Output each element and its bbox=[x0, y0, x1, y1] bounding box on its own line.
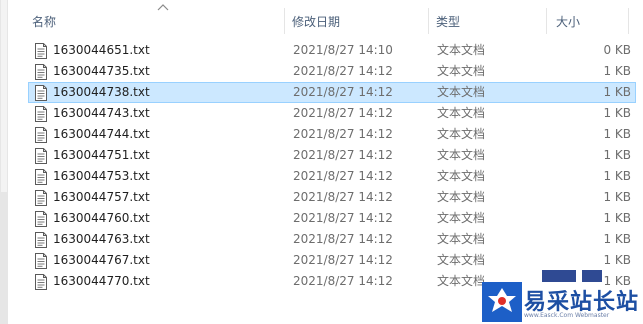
file-type: 文本文档 bbox=[437, 169, 486, 183]
column-header-type[interactable]: 类型 bbox=[436, 0, 460, 40]
text-file-icon bbox=[35, 106, 47, 122]
file-name: 1630044763.txt bbox=[53, 232, 150, 246]
file-name: 1630044760.txt bbox=[53, 211, 150, 225]
file-date: 2021/8/27 14:12 bbox=[293, 64, 393, 78]
column-divider[interactable] bbox=[546, 8, 547, 34]
file-type: 文本文档 bbox=[437, 211, 486, 225]
file-name: 1630044770.txt bbox=[53, 274, 150, 288]
text-file-icon bbox=[35, 274, 47, 290]
file-date: 2021/8/27 14:12 bbox=[293, 169, 393, 183]
file-type: 文本文档 bbox=[437, 127, 486, 141]
watermark-logo-icon bbox=[482, 282, 522, 322]
file-date: 2021/8/27 14:12 bbox=[293, 253, 393, 267]
file-size: 1 KB bbox=[603, 190, 631, 204]
file-date: 2021/8/27 14:12 bbox=[293, 232, 393, 246]
column-header-size[interactable]: 大小 bbox=[556, 0, 580, 40]
text-file-icon bbox=[35, 190, 47, 206]
file-row[interactable]: 1630044651.txt 2021/8/27 14:10 文本文档 0 KB bbox=[28, 40, 636, 61]
text-file-icon bbox=[35, 64, 47, 80]
file-type: 文本文档 bbox=[437, 43, 486, 57]
file-size: 1 KB bbox=[603, 169, 631, 183]
file-name: 1630044753.txt bbox=[53, 169, 150, 183]
text-file-icon bbox=[35, 253, 47, 269]
column-divider[interactable] bbox=[628, 8, 629, 34]
file-type: 文本文档 bbox=[437, 85, 486, 99]
column-header: 名称 修改日期 类型 大小 bbox=[8, 0, 643, 40]
file-row[interactable]: 1630044751.txt 2021/8/27 14:12 文本文档 1 KB bbox=[28, 145, 636, 166]
file-name: 1630044651.txt bbox=[53, 43, 150, 57]
file-type: 文本文档 bbox=[437, 148, 486, 162]
column-header-name[interactable]: 名称 bbox=[32, 0, 56, 40]
column-divider[interactable] bbox=[284, 8, 285, 34]
file-row[interactable]: 1630044767.txt 2021/8/27 14:12 文本文档 1 KB bbox=[28, 250, 636, 271]
file-size: 1 KB bbox=[603, 106, 631, 120]
file-name: 1630044751.txt bbox=[53, 148, 150, 162]
file-row[interactable]: 1630044757.txt 2021/8/27 14:12 文本文档 1 KB bbox=[28, 187, 636, 208]
file-row[interactable]: 1630044760.txt 2021/8/27 14:12 文本文档 1 KB bbox=[28, 208, 636, 229]
file-row[interactable]: 1630044753.txt 2021/8/27 14:12 文本文档 1 KB bbox=[28, 166, 636, 187]
file-date: 2021/8/27 14:12 bbox=[293, 190, 393, 204]
file-size: 0 KB bbox=[603, 43, 631, 57]
watermark: 易采站长站 www.Easck.Com Webmaster bbox=[478, 270, 643, 324]
file-row[interactable]: 1630044735.txt 2021/8/27 14:12 文本文档 1 KB bbox=[28, 61, 636, 82]
file-size: 1 KB bbox=[603, 232, 631, 246]
watermark-bar bbox=[582, 270, 602, 282]
file-type: 文本文档 bbox=[437, 106, 486, 120]
file-name: 1630044744.txt bbox=[53, 127, 150, 141]
file-size: 1 KB bbox=[603, 127, 631, 141]
text-file-icon bbox=[35, 232, 47, 248]
text-file-icon bbox=[35, 43, 47, 59]
file-name: 1630044743.txt bbox=[53, 106, 150, 120]
file-size: 1 KB bbox=[603, 85, 631, 99]
sort-ascending-icon bbox=[157, 4, 169, 11]
file-date: 2021/8/27 14:12 bbox=[293, 274, 393, 288]
file-name: 1630044735.txt bbox=[53, 64, 150, 78]
file-name: 1630044738.txt bbox=[53, 85, 150, 99]
file-size: 1 KB bbox=[603, 148, 631, 162]
file-type: 文本文档 bbox=[437, 253, 486, 267]
left-pane-scrollbar[interactable] bbox=[0, 0, 8, 324]
text-file-icon bbox=[35, 169, 47, 185]
scrollbar-thumb[interactable] bbox=[1, 0, 7, 192]
file-date: 2021/8/27 14:12 bbox=[293, 211, 393, 225]
file-type: 文本文档 bbox=[437, 64, 486, 78]
file-date: 2021/8/27 14:12 bbox=[293, 106, 393, 120]
file-type: 文本文档 bbox=[437, 232, 486, 246]
text-file-icon bbox=[35, 211, 47, 227]
file-size: 1 KB bbox=[603, 64, 631, 78]
file-date: 2021/8/27 14:12 bbox=[293, 85, 393, 99]
watermark-site: www.Easck.Com Webmaster bbox=[524, 312, 610, 319]
file-date: 2021/8/27 14:12 bbox=[293, 148, 393, 162]
file-name: 1630044757.txt bbox=[53, 190, 150, 204]
file-date: 2021/8/27 14:10 bbox=[293, 43, 393, 57]
file-row[interactable]: 1630044738.txt 2021/8/27 14:12 文本文档 1 KB bbox=[28, 82, 636, 103]
file-row[interactable]: 1630044763.txt 2021/8/27 14:12 文本文档 1 KB bbox=[28, 229, 636, 250]
file-name: 1630044767.txt bbox=[53, 253, 150, 267]
column-header-date[interactable]: 修改日期 bbox=[292, 0, 340, 40]
file-size: 1 KB bbox=[603, 211, 631, 225]
file-type: 文本文档 bbox=[437, 190, 486, 204]
text-file-icon bbox=[35, 148, 47, 164]
watermark-bar bbox=[542, 270, 576, 282]
file-size: 1 KB bbox=[603, 253, 631, 267]
file-row[interactable]: 1630044744.txt 2021/8/27 14:12 文本文档 1 KB bbox=[28, 124, 636, 145]
text-file-icon bbox=[35, 127, 47, 143]
text-file-icon bbox=[35, 85, 47, 101]
column-divider[interactable] bbox=[428, 8, 429, 34]
file-date: 2021/8/27 14:12 bbox=[293, 127, 393, 141]
file-row[interactable]: 1630044743.txt 2021/8/27 14:12 文本文档 1 KB bbox=[28, 103, 636, 124]
